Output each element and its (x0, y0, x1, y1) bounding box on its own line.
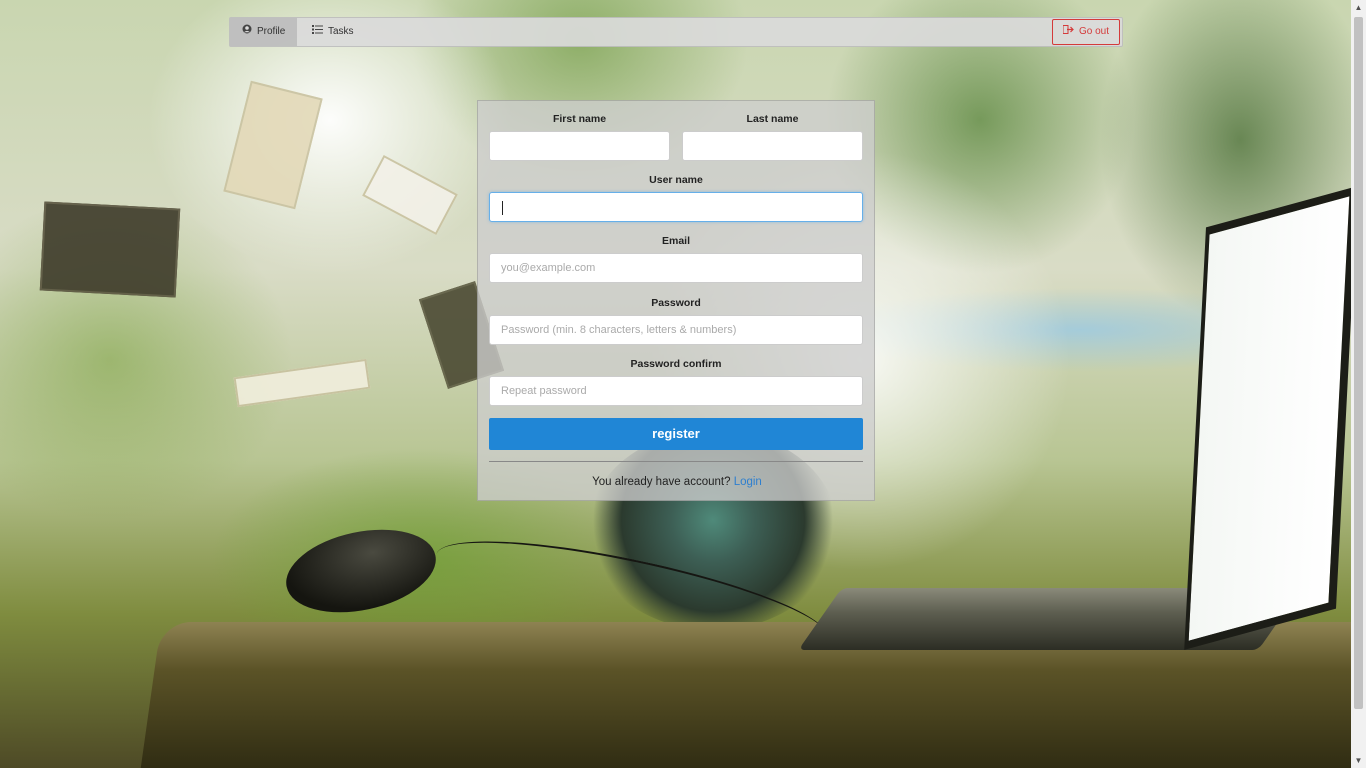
password-input[interactable] (489, 315, 863, 345)
email-label: Email (661, 235, 690, 247)
login-prompt: You already have account? Login (478, 476, 876, 488)
last-name-input[interactable] (682, 131, 863, 161)
computer-mouse (278, 517, 444, 625)
last-name-label: Last name (746, 113, 799, 125)
username-input[interactable] (489, 192, 863, 222)
list-icon (312, 18, 323, 46)
page-scrollbar[interactable]: ▲ ▼ (1351, 0, 1366, 768)
email-input[interactable] (489, 253, 863, 283)
username-label: User name (649, 174, 703, 186)
first-name-input[interactable] (489, 131, 670, 161)
divider (489, 461, 863, 462)
go-out-label: Go out (1078, 26, 1109, 37)
flying-photo (362, 154, 458, 236)
password-confirm-input[interactable] (489, 376, 863, 406)
laptop-screen (1184, 186, 1351, 650)
flying-photo (39, 201, 181, 298)
nav-tasks-label: Tasks (328, 26, 354, 37)
scroll-up-icon[interactable]: ▲ (1351, 0, 1366, 15)
register-panel: First name Last name User name Email Pas… (477, 100, 875, 501)
register-button[interactable]: register (489, 418, 863, 450)
first-name-label: First name (552, 113, 607, 125)
flying-photo (233, 358, 371, 408)
login-prompt-text: You already have account? (592, 476, 731, 488)
flying-photo (223, 80, 323, 210)
scroll-down-icon[interactable]: ▼ (1351, 753, 1366, 768)
go-out-button[interactable]: Go out (1051, 19, 1120, 45)
nav-tasks[interactable]: Tasks (300, 18, 366, 46)
text-caret (502, 201, 503, 215)
user-circle-icon (242, 18, 252, 46)
top-navbar: Profile Tasks Go out (229, 17, 1123, 47)
nav-profile-label: Profile (257, 26, 286, 37)
password-confirm-label: Password confirm (630, 358, 722, 370)
sign-out-icon (1062, 20, 1074, 44)
login-link[interactable]: Login (734, 476, 762, 488)
password-label: Password (651, 297, 701, 309)
nav-profile[interactable]: Profile (230, 18, 298, 46)
scroll-thumb[interactable] (1354, 17, 1363, 709)
